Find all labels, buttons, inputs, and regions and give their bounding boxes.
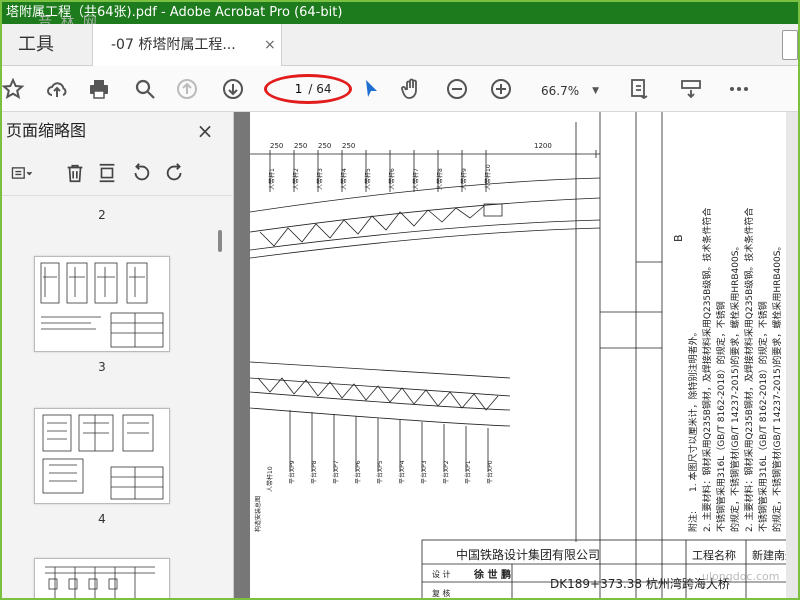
thumbnail-list: 2 3 4 [2,196,218,598]
document-scrollbar[interactable] [786,112,798,598]
member-label: 人带杆2 [292,168,300,190]
page-thumbnail-5[interactable] [34,558,170,598]
window-edge-control [782,30,798,60]
company-name: 中国铁路设计集团有限公司 [456,547,600,562]
platform-label: 平台XP3 [420,460,428,484]
member-label: 人带杆4 [340,168,348,190]
note-line: 的规定，不锈钢管材(GB/T 14237-2015)的要求，螺栓采用HRB400… [771,242,783,532]
extract-pages-icon[interactable] [94,160,120,186]
page-number-label: 3 [98,360,106,374]
hand-icon[interactable] [394,72,428,106]
note-line: 的规定，不锈钢管材(GB/T 14237-2015)的要求，螺栓采用HRB400… [729,242,741,532]
page-number-field[interactable]: / 64 [264,74,352,104]
designer-signature: 徐 世 鹏 [473,568,511,581]
note-line: 2. 主要材料：钢材采用Q235B钢材，及焊接材料采用Q235B级钢。技术条件符… [701,208,713,532]
zoom-out-icon[interactable] [440,72,474,106]
member-label: 人带杆7 [412,168,420,190]
note-line: 不锈钢管采用316L（GB/T 8162-2018）的规定，不锈钢 [757,301,769,532]
side-title: 构造安装总图 [254,496,262,532]
platform-label: 平台XP5 [376,460,384,484]
tab-close-icon[interactable]: × [264,24,282,66]
member-label: 人带杆9 [460,168,468,190]
zoom-value: 66.7% [541,84,580,98]
sidebar-close-icon[interactable]: × [194,120,216,142]
platform-label: 人带杆10 [266,466,274,492]
design-label: 设 计 [432,569,451,579]
thumbnail-drawing-5 [45,566,155,598]
thumbnail-options-icon[interactable] [4,160,40,186]
note-line: 1. 本图尺寸以厘米计，除特别注明者外。 [687,328,699,492]
page-thumbnail-3[interactable] [34,256,170,352]
member-label: 人带杆1 [268,168,276,190]
member-label: 人带杆5 [364,168,372,190]
platform-label: 平台XP7 [332,460,340,484]
acrobat-window: 塔附属工程（共64张).pdf - Adobe Acrobat Pro (64-… [0,0,800,600]
dimension-label: 1200 [534,142,552,150]
member-label: 人带杆3 [316,168,324,190]
platform-label: 平台XP4 [398,460,406,484]
page-down-icon[interactable] [216,72,250,106]
page-tools-icon[interactable] [674,72,708,106]
page-total-label: / 64 [308,82,332,96]
cursor-icon[interactable] [354,72,388,106]
zoom-dropdown[interactable]: 66.7% ▼ [530,78,610,102]
thumbnail-sidebar: 页面缩略图 × 2 3 4 [2,112,234,598]
page-number-input[interactable] [284,82,303,96]
member-label: 人带杆10 [484,164,492,190]
notes-title: 附注: [687,511,699,532]
dimension-label: 250 [342,142,355,150]
member-label: 人带杆8 [436,168,444,190]
zoom-in-icon[interactable] [484,72,518,106]
page-number-label: 2 [98,208,106,222]
note-line: 2. 主要材料：钢材采用Q235B钢材，及焊接材料采用Q235B级钢。技术条件符… [743,208,755,532]
platform-label: 平台XP1 [464,460,472,484]
platform-label: 平台XP9 [288,460,296,484]
member-label: 人带杆6 [388,168,396,190]
thumbnail-drawing-3 [40,262,164,348]
project-label: 工程名称 [692,548,736,562]
section-mark: B [672,234,685,242]
platform-label: 平台XP0 [486,460,494,484]
rotate-left-icon[interactable] [128,160,154,186]
page-up-icon[interactable] [170,72,204,106]
more-icon[interactable] [722,72,756,106]
engineering-drawing: 250 250 250 250 1200 人带杆1 人带杆2 人带杆3 人带杆4… [250,112,798,598]
watermark-bottom: ulongdoc.com [702,570,780,583]
upload-icon[interactable] [40,72,74,106]
main-toolbar: / 64 66.7% ▼ [2,66,798,112]
sidebar-scrollbar[interactable] [218,196,228,598]
platform-label: 平台XP8 [310,460,318,484]
platform-label: 平台XP6 [354,460,362,484]
sidebar-toolbar [2,150,234,196]
page-thumbnail-4[interactable] [34,408,170,504]
tab-tools[interactable]: 工具 [2,24,88,66]
review-label: 复 核 [432,588,451,598]
star-icon[interactable] [2,72,30,106]
fit-page-icon[interactable] [622,72,656,106]
trash-icon[interactable] [62,160,88,186]
platform-label: 平台XP2 [442,460,450,484]
pdf-page: 250 250 250 250 1200 人带杆1 人带杆2 人带杆3 人带杆4… [250,112,798,598]
tab-document[interactable]: -07 桥塔附属工程... [92,24,282,66]
search-icon[interactable] [128,72,162,106]
tab-bar: 工具 -07 桥塔附属工程... × [2,24,798,66]
dimension-label: 250 [294,142,307,150]
page-number-label: 4 [98,512,106,526]
title-bar: 塔附属工程（共64张).pdf - Adobe Acrobat Pro (64-… [2,2,798,24]
thumbnail-drawing-4 [42,414,164,500]
note-line: 不锈钢管采用316L（GB/T 8162-2018）的规定，不锈钢 [715,301,727,532]
dimension-label: 250 [318,142,331,150]
chevron-down-icon: ▼ [592,86,599,96]
sidebar-scroll-thumb[interactable] [218,230,222,252]
dimension-label: 250 [270,142,283,150]
document-viewer: 250 250 250 250 1200 人带杆1 人带杆2 人带杆3 人带杆4… [234,112,798,598]
rotate-right-icon[interactable] [162,160,188,186]
print-icon[interactable] [82,72,116,106]
